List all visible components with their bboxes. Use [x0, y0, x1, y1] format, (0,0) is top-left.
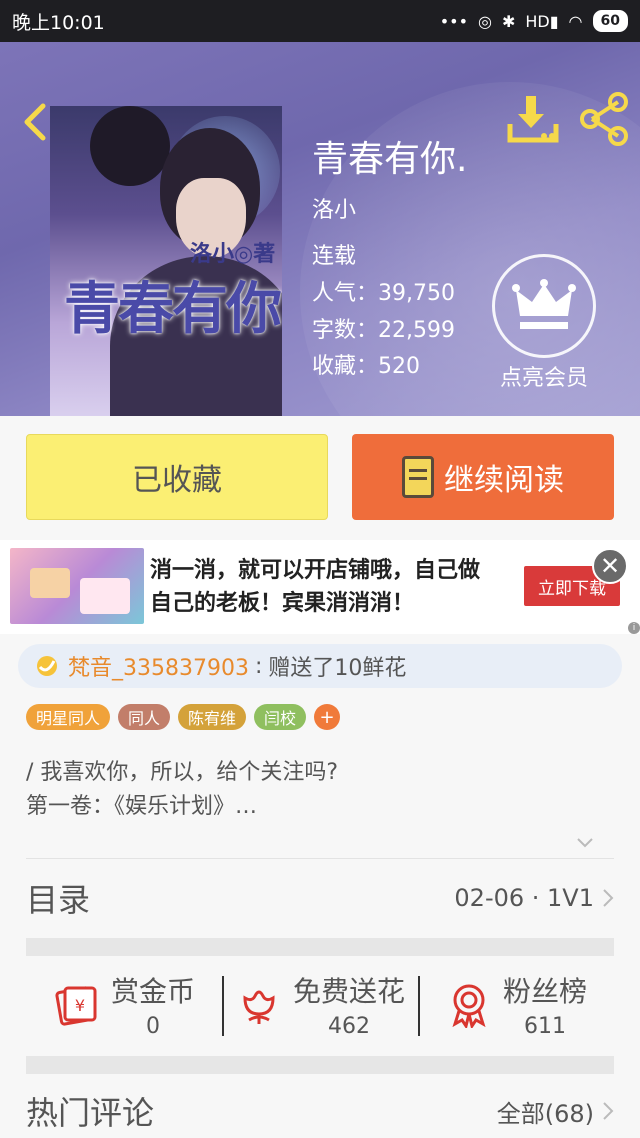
- share-button[interactable]: [578, 92, 630, 146]
- favorites-label: 收藏：: [312, 354, 379, 379]
- flower-icon: [243, 990, 275, 1024]
- signal-icon: HD▮: [525, 11, 559, 31]
- favorites-value: 520: [378, 354, 421, 379]
- dots-icon: •••: [439, 11, 468, 31]
- tag-item[interactable]: 闫校: [254, 704, 307, 730]
- book-icon: [402, 456, 434, 498]
- add-tag-button[interactable]: +: [314, 704, 341, 730]
- signal-label: HD: [525, 11, 550, 31]
- stat-label: 免费送花: [292, 974, 405, 1008]
- wifi-icon: ◠: [568, 11, 583, 31]
- battery-icon: 60: [592, 10, 628, 32]
- fans-ranking-stat[interactable]: 粉丝榜 611: [418, 956, 614, 1052]
- svg-text:¥: ¥: [75, 996, 85, 1015]
- tag-item[interactable]: 同人: [118, 704, 171, 730]
- stat-label: 粉丝榜: [502, 974, 587, 1008]
- description-line: / 我喜欢你，所以，给个关注吗?: [26, 760, 339, 785]
- popularity-value: 39,750: [378, 281, 455, 306]
- book-hero: 洛小◎著 青春有你 青春有你. 洛小 连载 人气：39,750 字数：22,59…: [0, 42, 640, 416]
- book-cover[interactable]: 洛小◎著 青春有你: [50, 106, 282, 416]
- table-of-contents-row[interactable]: 目录 02-06 · 1V1: [26, 870, 614, 926]
- download-button[interactable]: [506, 94, 560, 144]
- vip-label: 点亮会员: [499, 366, 588, 391]
- book-favorites: 收藏：520: [312, 348, 420, 380]
- book-status: 连载: [312, 244, 357, 269]
- stat-value: 611: [523, 1013, 566, 1039]
- continue-reading-button[interactable]: 继续阅读: [352, 434, 614, 520]
- hotspot-icon: ◎: [478, 11, 492, 31]
- vip-button[interactable]: [492, 254, 596, 358]
- stat-label: 赏金币: [110, 974, 195, 1008]
- bluetooth-icon: ✱: [501, 11, 516, 31]
- ad-close-button[interactable]: ✕: [592, 548, 628, 584]
- flower-icon: [37, 656, 57, 676]
- book-popularity: 人气：39,750: [312, 275, 455, 307]
- action-bar: 已收藏 继续阅读: [0, 416, 640, 540]
- section-separator: [26, 1056, 614, 1074]
- favorited-button[interactable]: 已收藏: [26, 434, 328, 520]
- chevron-right-icon: [603, 1102, 614, 1120]
- status-time: 晚上10:01: [12, 11, 105, 34]
- divider: [26, 858, 614, 859]
- description-line: 第一卷：《娱乐计划》…: [26, 794, 258, 819]
- stat-value: 462: [327, 1013, 370, 1039]
- toc-latest-chapter: 02-06 · 1V1: [454, 884, 594, 912]
- ad-info-icon[interactable]: i: [628, 622, 640, 634]
- hot-comments-row[interactable]: 热门评论 全部(68): [26, 1086, 614, 1136]
- ad-image: [10, 548, 144, 624]
- toc-label: 目录: [26, 881, 91, 919]
- red-envelope-icon: ¥: [55, 986, 97, 1026]
- crown-icon: [512, 279, 576, 329]
- gift-user[interactable]: 梵音_335837903: [68, 650, 249, 682]
- book-word-count: 字数：22,599: [312, 312, 455, 344]
- free-flowers-stat[interactable]: 免费送花 462: [222, 956, 418, 1052]
- download-icon: [507, 96, 559, 143]
- hot-comments-label: 热门评论: [26, 1094, 155, 1132]
- status-bar: 晚上10:01 ••• ◎ ✱ HD▮ ◠ 60: [0, 0, 640, 42]
- chevron-left-icon: [24, 103, 46, 141]
- status-icons: ••• ◎ ✱ HD▮ ◠ 60: [440, 10, 628, 32]
- continue-reading-label: 继续阅读: [444, 463, 564, 498]
- book-author[interactable]: 洛小: [312, 192, 356, 224]
- popularity-label: 人气：: [312, 281, 379, 306]
- gift-colon: :: [254, 653, 263, 679]
- back-button[interactable]: [16, 100, 52, 144]
- words-value: 22,599: [378, 318, 455, 343]
- all-comments-link[interactable]: 全部(68): [497, 1094, 594, 1129]
- book-title: 青春有你.: [312, 139, 468, 180]
- gift-message: 赠送了10鲜花: [268, 656, 407, 681]
- book-details: 梵音_335837903 : 赠送了10鲜花 明星同人 同人 陈宥维 闫校 + …: [0, 634, 640, 1138]
- stat-value: 0: [145, 1013, 160, 1039]
- words-label: 字数：: [312, 318, 379, 343]
- tag-item[interactable]: 明星同人: [26, 704, 111, 730]
- medal-icon: [452, 984, 486, 1028]
- tag-item[interactable]: 陈宥维: [178, 704, 247, 730]
- gift-notice: 梵音_335837903 : 赠送了10鲜花: [18, 644, 622, 688]
- book-description[interactable]: / 我喜欢你，所以，给个关注吗? 第一卷：《娱乐计划》…: [26, 756, 338, 824]
- chevron-right-icon: [603, 889, 614, 907]
- share-icon: [580, 92, 628, 146]
- stats-row: ¥ 赏金币 0 免费送花 462 粉丝榜 611: [26, 956, 614, 1052]
- cover-title-art: 青春有你: [64, 276, 282, 342]
- ad-text: 消一消，就可以开店铺哦，自己做自己的老板！宾果消消消！: [150, 558, 481, 616]
- chevron-down-icon[interactable]: [576, 834, 594, 852]
- section-separator: [26, 938, 614, 956]
- reward-coins-stat[interactable]: ¥ 赏金币 0: [26, 956, 222, 1052]
- tag-list: 明星同人 同人 陈宥维 闫校 +: [26, 704, 341, 730]
- ad-banner[interactable]: 消一消，就可以开店铺哦，自己做自己的老板！宾果消消消！ 立即下载: [0, 540, 640, 634]
